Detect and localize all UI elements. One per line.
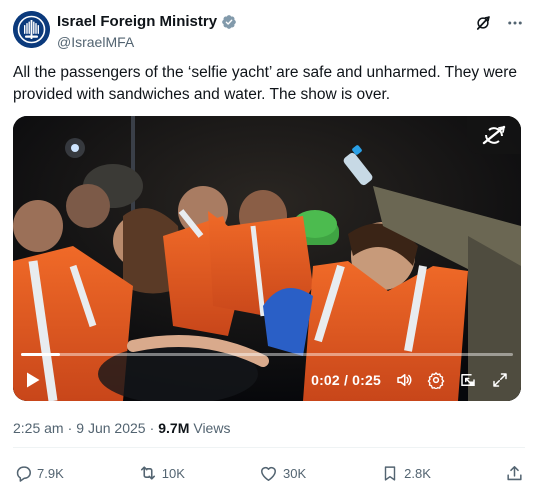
repost-button[interactable]: 10K — [138, 463, 185, 483]
video-progress-fill — [21, 353, 61, 356]
tweet-meta: 2:25 am · 9 Jun 2025 · 9.7M Views — [13, 420, 230, 436]
like-count: 30K — [282, 465, 307, 481]
grok-icon — [476, 16, 490, 30]
settings-button[interactable] — [427, 371, 445, 389]
meta-separator: · — [67, 420, 73, 436]
reply-button[interactable]: 7.9K — [13, 463, 64, 483]
video-progress-bar[interactable] — [21, 353, 513, 356]
author-handle[interactable]: @IsraelMFA — [57, 33, 237, 51]
fullscreen-icon — [493, 373, 507, 387]
video-player[interactable]: 0:02 / 0:25 — [13, 116, 521, 401]
bookmark-button[interactable]: 2.8K — [380, 463, 431, 483]
play-button[interactable] — [25, 371, 43, 389]
bookmark-icon — [384, 465, 396, 481]
picture-in-picture-button[interactable] — [459, 371, 477, 389]
author-display-name-row: Israel Foreign Ministry — [57, 13, 237, 31]
repost-count: 10K — [161, 465, 185, 481]
share-icon — [507, 465, 523, 480]
more-button[interactable] — [505, 13, 525, 33]
play-icon — [27, 372, 40, 388]
like-button[interactable]: 30K — [259, 463, 306, 483]
bookmark-count: 2.8K — [404, 465, 431, 481]
video-controls-right: 0:02 / 0:25 — [311, 371, 509, 389]
views-count: 9.7M — [158, 420, 190, 436]
divider — [13, 447, 525, 448]
picture-in-picture-icon — [461, 374, 475, 386]
tweet-header: Israel Foreign Ministry @IsraelMFA — [13, 11, 525, 51]
tweet-actions: 7.9K 10K 30K 2.8K — [13, 462, 525, 484]
repost-icon — [140, 466, 155, 480]
grok-button[interactable] — [473, 13, 493, 33]
video-controls: 0:02 / 0:25 — [13, 359, 521, 401]
grok-icon — [482, 125, 506, 145]
more-icon — [508, 21, 522, 25]
reply-count: 7.9K — [37, 465, 64, 481]
avatar[interactable] — [13, 11, 50, 48]
tweet-time[interactable]: 2:25 am — [13, 420, 64, 436]
reply-icon — [16, 465, 31, 482]
grok-image-button[interactable] — [467, 116, 521, 154]
gear-icon — [427, 372, 445, 389]
tweet-text: All the passengers of the ‘selfie yacht’… — [13, 64, 518, 103]
ministry-seal-icon — [13, 11, 50, 48]
share-button[interactable] — [505, 463, 525, 483]
tweet-top-actions — [473, 13, 525, 33]
author-block: Israel Foreign Ministry @IsraelMFA — [57, 13, 237, 51]
fullscreen-button[interactable] — [491, 371, 509, 389]
volume-button[interactable] — [395, 371, 413, 389]
author-display-name[interactable]: Israel Foreign Ministry — [57, 13, 217, 31]
volume-icon — [397, 374, 412, 386]
verified-badge-icon[interactable] — [221, 14, 237, 30]
video-time: 0:02 / 0:25 — [311, 372, 381, 388]
meta-separator: · — [149, 420, 155, 436]
views-label: Views — [193, 420, 231, 436]
tweet-date[interactable]: 9 Jun 2025 — [76, 420, 145, 436]
heart-icon — [261, 466, 277, 481]
